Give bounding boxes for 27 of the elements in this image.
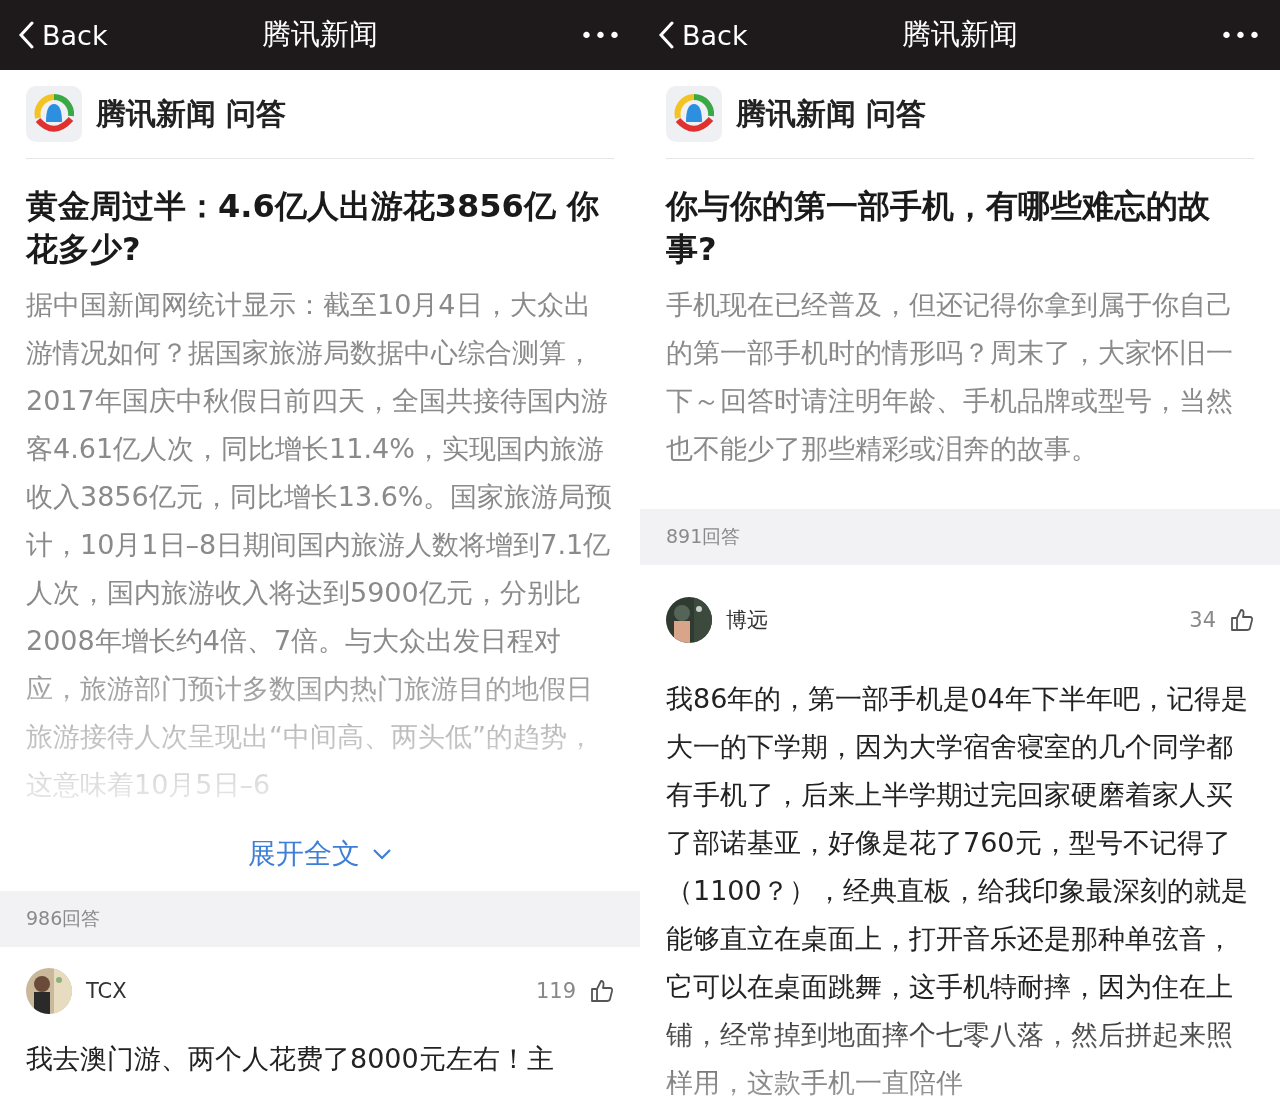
more-button[interactable]: ••• xyxy=(1220,22,1262,48)
like-count: 119 xyxy=(535,979,576,1003)
author-name: TCX xyxy=(86,979,127,1003)
more-button[interactable]: ••• xyxy=(580,22,622,48)
back-button[interactable]: Back xyxy=(18,19,108,51)
source-name: 腾讯新闻 问答 xyxy=(96,94,287,133)
back-chevron-icon xyxy=(18,21,34,49)
like-count: 34 xyxy=(1189,608,1216,632)
nav-title: 腾讯新闻 xyxy=(902,16,1018,53)
thumbs-up-icon[interactable] xyxy=(590,979,614,1003)
expand-link[interactable]: 展开全文 xyxy=(240,831,400,877)
news-logo-icon xyxy=(666,86,722,142)
source-name: 腾讯新闻 问答 xyxy=(736,94,927,133)
answer-text: 我86年的，第一部手机是04年下半年吧，记得是大一的下学期，因为大学宿舍寝室的几个同学都有手机了，后来上半学期过完回家硬磨着家人买了部诺基亚，好像是花了760元，型号不记得了（1100？），经典直板，给我印象最深刻的就是能够直立在桌面上，打开音乐还是那种单弦音，它可以在桌面跳舞，这手机特耐摔，因为住在上铺，经常掉到地面摔个七零八落，然后拼起来照样用，这款手机一直陪伴 xyxy=(666,682,1249,1099)
question-description: 手机现在已经普及，但还记得你拿到属于你自己的第一部手机时的情形吗？周末了，大家怀旧一下～回答时请注明年龄、手机品牌或型号，当然也不能少了那些精彩或泪奔的故事。 xyxy=(666,288,1234,466)
nav-title: 腾讯新闻 xyxy=(262,16,378,53)
thumbs-up-icon[interactable] xyxy=(1230,608,1254,632)
chevron-down-icon xyxy=(372,848,392,860)
answer-text: 我去澳门游、两个人花费了8000元左右！主 xyxy=(26,1042,555,1076)
news-logo-icon xyxy=(26,86,82,142)
back-button[interactable]: Back xyxy=(658,19,748,51)
back-chevron-icon xyxy=(658,21,674,49)
author-name: 博远 xyxy=(726,607,768,634)
answer-count: 891回答 xyxy=(666,524,741,549)
question-title: 你与你的第一部手机，有哪些难忘的故事? xyxy=(666,186,1211,270)
question-title: 黄金周过半：4.6亿人出游花3856亿 你花多少? xyxy=(26,186,600,270)
answer-count: 986回答 xyxy=(26,906,101,931)
